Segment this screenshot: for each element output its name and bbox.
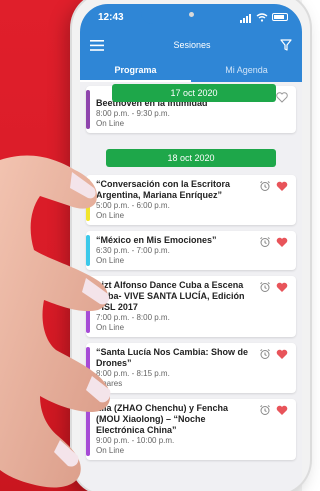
app-header: Sesiones bbox=[80, 30, 302, 60]
alarm-icon[interactable] bbox=[259, 281, 271, 293]
list-item[interactable]: Beethoven en la intimidad 8:00 p.m. - 9:… bbox=[86, 84, 296, 133]
alarm-icon[interactable] bbox=[259, 348, 271, 360]
session-place: On Line bbox=[96, 119, 125, 128]
tab-mi-agenda[interactable]: Mi Agenda bbox=[191, 60, 302, 82]
filter-icon[interactable] bbox=[280, 39, 292, 51]
heart-icon[interactable] bbox=[276, 181, 288, 192]
battery-icon bbox=[272, 13, 288, 21]
heart-icon[interactable] bbox=[276, 405, 288, 416]
hand-illustration bbox=[0, 155, 111, 488]
signal-icon bbox=[240, 12, 252, 23]
tab-programa[interactable]: Programa bbox=[80, 60, 191, 82]
tab-bar: Programa Mi Agenda bbox=[80, 60, 302, 82]
card-actions bbox=[259, 180, 288, 192]
heart-icon[interactable] bbox=[276, 237, 288, 248]
date-header: 17 oct 2020 bbox=[112, 84, 276, 102]
date-header: 18 oct 2020 bbox=[106, 149, 276, 167]
card-actions bbox=[259, 281, 288, 293]
alarm-icon[interactable] bbox=[259, 404, 271, 416]
menu-icon[interactable] bbox=[90, 39, 104, 51]
session-time: 8:00 p.m. - 9:30 p.m. bbox=[96, 109, 170, 118]
heart-icon[interactable] bbox=[276, 282, 288, 293]
notch bbox=[141, 4, 241, 24]
status-time: 12:43 bbox=[98, 11, 124, 23]
page-title: Sesiones bbox=[173, 40, 211, 50]
category-stripe bbox=[86, 90, 90, 129]
wifi-icon bbox=[256, 12, 268, 22]
heart-icon[interactable] bbox=[276, 349, 288, 360]
card-actions bbox=[259, 236, 288, 248]
alarm-icon[interactable] bbox=[259, 236, 271, 248]
card-actions bbox=[276, 92, 288, 103]
status-bar: 12:43 bbox=[80, 4, 302, 30]
card-actions bbox=[259, 348, 288, 360]
card-actions bbox=[259, 404, 288, 416]
alarm-icon[interactable] bbox=[259, 180, 271, 192]
heart-icon[interactable] bbox=[276, 92, 288, 103]
status-icons bbox=[240, 12, 288, 23]
